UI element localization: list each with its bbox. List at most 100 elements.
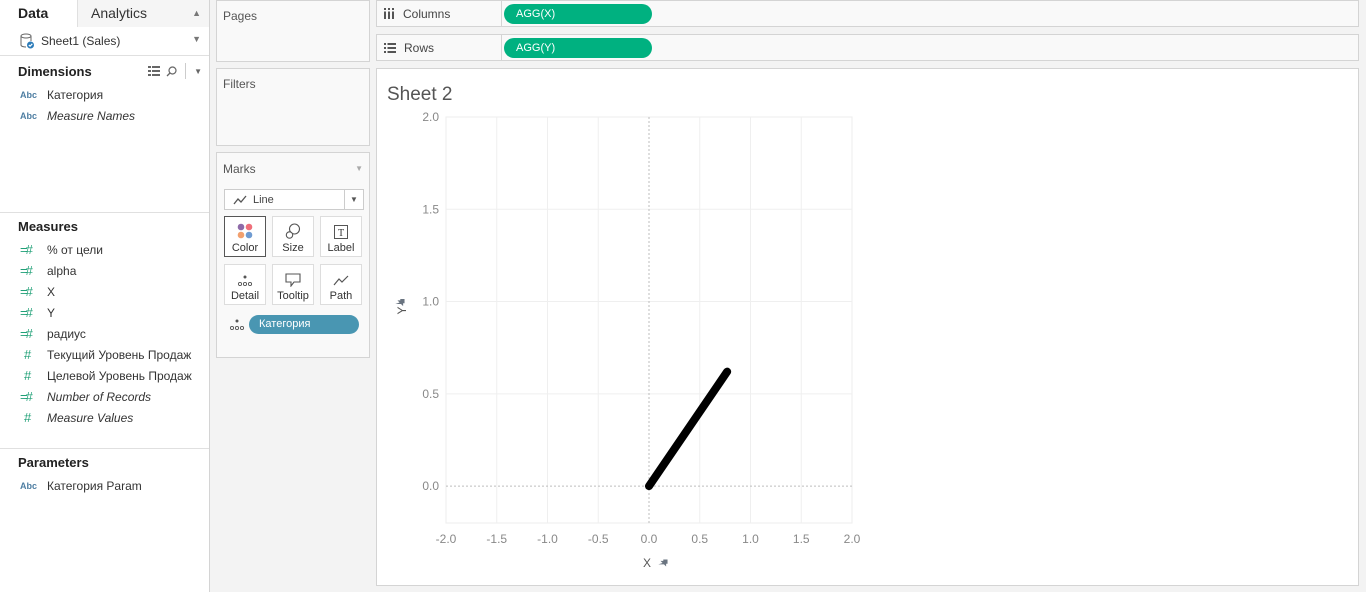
pin-shape xyxy=(658,559,668,567)
calculated-measure-icon: =# xyxy=(20,242,33,257)
text-label-icon: T xyxy=(334,225,348,239)
mark-type-select[interactable]: Line ▼ xyxy=(224,189,364,210)
x-tick-label: 1.5 xyxy=(793,532,810,546)
string-type-icon: Abc xyxy=(20,89,38,100)
filters-title: Filters xyxy=(223,77,256,91)
marks-menu-caret-icon[interactable]: ▼ xyxy=(355,164,363,173)
calculated-measure-icon: =# xyxy=(20,389,33,404)
field-item[interactable]: =# Number of Records xyxy=(0,386,209,407)
chart[interactable]: -2.0 -1.5 -1.0 -0.5 0.0 0.5 1.0 1.5 2.0 0.0 0.5 1.0… xyxy=(377,69,1360,587)
color-dot xyxy=(245,223,253,231)
y-axis-title[interactable]: Y xyxy=(395,306,409,314)
string-type-icon: Abc xyxy=(20,480,38,491)
rows-shelf-label: Rows xyxy=(377,35,502,60)
rows-pill-agg-y[interactable]: AGG(Y) xyxy=(504,37,652,58)
pages-card[interactable]: Pages xyxy=(216,0,370,62)
field-item[interactable]: Abc Measure Names xyxy=(0,105,209,126)
color-label: Color xyxy=(231,242,259,254)
rows-icon xyxy=(384,42,396,53)
color-dots-icon xyxy=(237,223,253,239)
field-item[interactable]: Abc Категория xyxy=(0,84,209,105)
x-tick-label: 1.0 xyxy=(742,532,759,546)
detail-button[interactable]: Detail xyxy=(224,264,266,305)
tab-data[interactable]: Data xyxy=(0,0,77,27)
x-tick-label: 0.5 xyxy=(691,532,708,546)
y-tick-label: 1.0 xyxy=(422,295,439,309)
size-label: Size xyxy=(282,242,304,254)
parameters-list: Abc Категория Param xyxy=(0,475,209,496)
tooltip-label: Tooltip xyxy=(277,290,309,302)
tools-divider xyxy=(185,63,187,79)
x-axis-title[interactable]: X xyxy=(643,556,651,570)
field-item[interactable]: =# X xyxy=(0,281,209,302)
color-button[interactable]: Color xyxy=(224,216,266,257)
path-line-icon xyxy=(333,275,349,286)
field-label: Целевой Уровень Продаж xyxy=(47,368,192,383)
parameters-title: Parameters xyxy=(18,454,89,470)
calculated-measure-icon: =# xyxy=(20,284,33,299)
tab-analytics-label: Analytics xyxy=(91,5,148,21)
worksheet-view: Sheet 2 -2.0 -1.5 -1.0 -0.5 0.0 0.5 1.0 1.5 2.0 0… xyxy=(376,68,1359,586)
columns-shelf[interactable]: Columns AGG(X) xyxy=(376,0,1359,27)
dimensions-title: Dimensions xyxy=(18,63,92,79)
dimensions-header: Dimensions ▼ xyxy=(0,58,209,84)
field-item[interactable]: =# % от цели xyxy=(0,239,209,260)
field-label: Текущий Уровень Продаж xyxy=(47,347,192,362)
y-tick-label: 2.0 xyxy=(422,110,439,124)
field-label: радиус xyxy=(47,326,86,341)
path-button[interactable]: Path xyxy=(320,264,362,305)
x-axis-pin-icon[interactable] xyxy=(658,557,671,570)
field-item[interactable]: Abc Категория Param xyxy=(0,475,209,496)
field-item[interactable]: # Целевой Уровень Продаж xyxy=(0,365,209,386)
parameters-header: Parameters xyxy=(0,449,209,475)
string-type-icon: Abc xyxy=(20,110,38,121)
sort-updown-icon[interactable]: ▲ ▼ xyxy=(192,0,201,52)
field-item[interactable]: # Measure Values xyxy=(0,407,209,428)
detail-field-pill[interactable]: Категория xyxy=(249,315,359,334)
columns-label: Columns xyxy=(403,6,451,21)
datasource-name: Sheet1 (Sales) xyxy=(41,34,121,48)
zero-lines xyxy=(446,117,852,523)
filters-card[interactable]: Filters xyxy=(216,68,370,146)
tick-labels: -2.0 -1.5 -1.0 -0.5 0.0 0.5 1.0 1.5 2.0 0.0 0.5 1.0… xyxy=(422,110,860,546)
series-layer xyxy=(645,367,732,491)
field-item[interactable]: # Текущий Уровень Продаж xyxy=(0,344,209,365)
search-icon[interactable] xyxy=(166,65,177,77)
field-item[interactable]: =# радиус xyxy=(0,323,209,344)
marks-card: Marks ▼ Line ▼ Color Size T Label Detail… xyxy=(216,152,370,358)
series-line[interactable] xyxy=(645,367,732,491)
datasource-item[interactable]: Sheet1 (Sales) xyxy=(0,27,209,56)
mark-type-dropdown-icon[interactable]: ▼ xyxy=(344,190,363,209)
color-dot xyxy=(237,223,245,231)
dimensions-menu-caret-icon[interactable]: ▼ xyxy=(194,67,202,76)
x-tick-label: 0.0 xyxy=(641,532,658,546)
calculated-measure-icon: =# xyxy=(20,326,33,341)
size-circles-icon xyxy=(285,223,301,239)
size-button[interactable]: Size xyxy=(272,216,314,257)
field-label: Number of Records xyxy=(47,389,152,404)
data-pane: Data Analytics ▲ ▼ Sheet1 (Sales) Dimensi… xyxy=(0,0,210,592)
color-dot xyxy=(237,231,245,239)
x-tick-label: -2.0 xyxy=(436,532,457,546)
detail-label: Detail xyxy=(230,290,260,302)
measure-type-icon: # xyxy=(24,368,31,383)
x-tick-label: -1.5 xyxy=(486,532,507,546)
tooltip-button[interactable]: Tooltip xyxy=(272,264,314,305)
field-item[interactable]: =# Y xyxy=(0,302,209,323)
line-mark-icon xyxy=(233,195,247,204)
label-button[interactable]: T Label xyxy=(320,216,362,257)
tooltip-bubble-icon xyxy=(285,273,301,287)
path-label: Path xyxy=(329,290,353,302)
x-tick-label: -0.5 xyxy=(588,532,609,546)
field-label: Measure Values xyxy=(47,410,134,425)
x-tick-label: -1.0 xyxy=(537,532,558,546)
columns-shelf-label: Columns xyxy=(377,1,502,26)
rows-shelf[interactable]: Rows AGG(Y) xyxy=(376,34,1359,61)
label-label: Label xyxy=(327,242,355,254)
view-list-icon[interactable] xyxy=(148,66,161,76)
tab-analytics[interactable]: Analytics ▲ ▼ xyxy=(77,0,209,44)
field-item[interactable]: =# alpha xyxy=(0,260,209,281)
svg-text:T: T xyxy=(338,228,344,239)
marks-title: Marks xyxy=(223,162,256,176)
columns-pill-agg-x[interactable]: AGG(X) xyxy=(504,3,652,24)
